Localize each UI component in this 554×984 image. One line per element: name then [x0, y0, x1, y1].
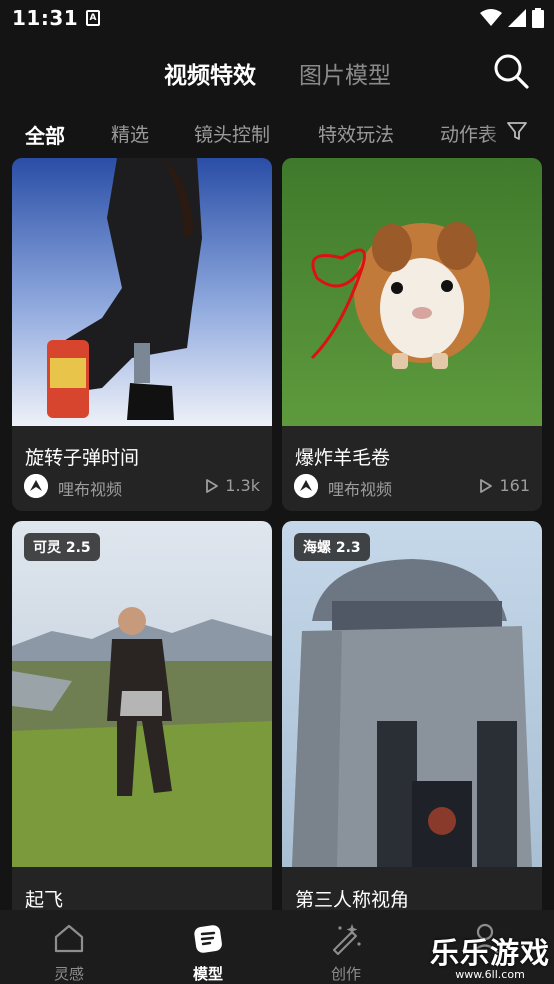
- author-logo-icon: [24, 474, 48, 498]
- effect-card[interactable]: 海螺 2.3 第三人称视角: [282, 521, 542, 910]
- status-time: 11:31: [12, 6, 79, 30]
- effect-card[interactable]: 旋转子弹时间 哩布视频 1.3k: [12, 158, 272, 511]
- nav-models[interactable]: 模型: [158, 910, 258, 984]
- author-name: 哩布视频: [58, 480, 123, 499]
- battery-icon: [532, 8, 544, 28]
- magic-wand-icon: [333, 924, 361, 955]
- effect-card[interactable]: 爆炸羊毛卷 哩布视频 161: [282, 158, 542, 511]
- home-icon: [54, 924, 84, 953]
- card-thumbnail: [12, 158, 272, 426]
- category-effects[interactable]: 特效玩法: [318, 120, 394, 147]
- watermark: 乐乐游戏 www.6ll.com: [430, 930, 550, 981]
- play-count-value: 1.3k: [225, 476, 260, 495]
- play-count-value: 161: [499, 476, 530, 495]
- watermark-text: 乐乐游戏: [429, 936, 550, 970]
- top-header: 视频特效 图片模型: [0, 36, 554, 108]
- tab-video-effects[interactable]: 视频特效: [164, 56, 256, 90]
- model-icon: [194, 925, 222, 953]
- effect-card[interactable]: 可灵 2.5 起飞: [12, 521, 272, 910]
- card-title: 爆炸羊毛卷: [295, 447, 391, 469]
- card-thumbnail: 可灵 2.5: [12, 521, 272, 867]
- status-icons: [480, 8, 544, 28]
- category-camera-control[interactable]: 镜头控制: [194, 120, 270, 147]
- app-notification-icon: A: [86, 10, 100, 26]
- nav-label: 灵感: [53, 965, 84, 983]
- author-name: 哩布视频: [328, 480, 393, 499]
- play-icon: [480, 478, 493, 493]
- play-count: 161: [479, 476, 530, 495]
- filter-icon[interactable]: [506, 120, 528, 142]
- card-title: 起飞: [25, 889, 64, 910]
- tab-image-models[interactable]: 图片模型: [299, 56, 391, 90]
- author-logo-icon: [294, 474, 318, 498]
- card-title: 旋转子弹时间: [25, 447, 140, 469]
- signal-icon: [508, 9, 526, 27]
- category-featured[interactable]: 精选: [111, 120, 149, 147]
- effects-feed[interactable]: 旋转子弹时间 哩布视频 1.3k 爆炸羊毛卷 哩布视频 161 可灵 2.5 起…: [0, 158, 554, 910]
- model-badge: 可灵 2.5: [24, 533, 100, 561]
- card-thumbnail: 海螺 2.3: [282, 521, 542, 867]
- search-icon[interactable]: [492, 52, 530, 90]
- nav-create[interactable]: 创作: [296, 910, 396, 984]
- play-count: 1.3k: [205, 476, 260, 495]
- status-bar: 11:31 A: [0, 0, 554, 36]
- wifi-icon: [480, 9, 502, 26]
- category-tabs: 全部 精选 镜头控制 特效玩法 动作表: [0, 108, 554, 156]
- nav-label: 创作: [330, 965, 361, 983]
- card-thumbnail: [282, 158, 542, 426]
- nav-inspiration[interactable]: 灵感: [19, 910, 119, 984]
- card-meta: 哩布视频 161: [294, 474, 530, 499]
- card-meta: 哩布视频 1.3k: [24, 474, 260, 499]
- card-title: 第三人称视角: [295, 889, 410, 910]
- play-icon: [206, 478, 219, 493]
- model-badge: 海螺 2.3: [294, 533, 370, 561]
- nav-label: 模型: [192, 965, 223, 983]
- category-all[interactable]: 全部: [25, 120, 65, 149]
